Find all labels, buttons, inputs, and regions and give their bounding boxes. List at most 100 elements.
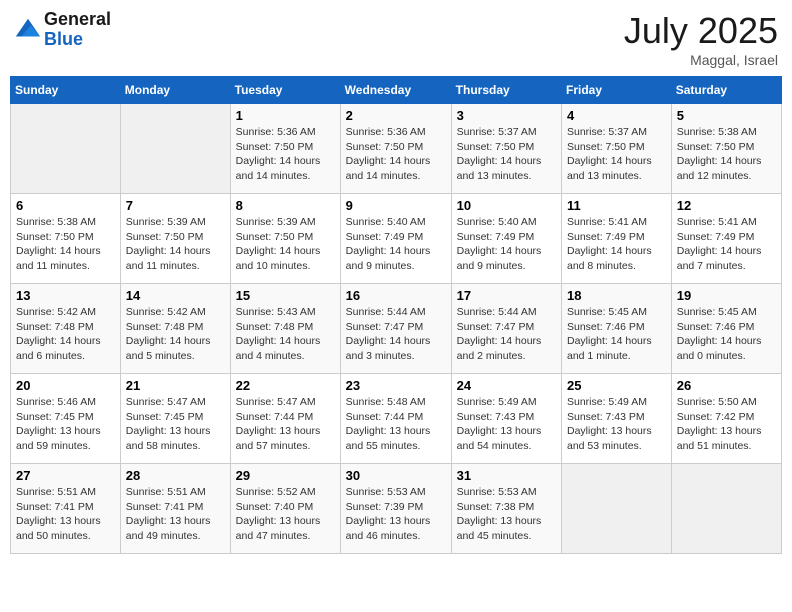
calendar-cell: 10Sunrise: 5:40 AM Sunset: 7:49 PM Dayli… <box>451 194 561 284</box>
day-number: 29 <box>236 468 335 483</box>
day-info: Sunrise: 5:50 AM Sunset: 7:42 PM Dayligh… <box>677 395 776 454</box>
calendar-cell <box>671 464 781 554</box>
calendar-cell <box>562 464 672 554</box>
day-info: Sunrise: 5:53 AM Sunset: 7:39 PM Dayligh… <box>346 485 446 544</box>
calendar-cell: 31 Sunrise: 5:53 AM Sunset: 7:38 PM Dayli… <box>451 464 561 554</box>
weekday-header: Friday <box>562 77 672 104</box>
calendar-cell: 15 Sunrise: 5:43 AM Sunset: 7:48 PM Dayli… <box>230 284 340 374</box>
location: Maggal, Israel <box>624 52 778 68</box>
day-info: Sunrise: 5:36 AM Sunset: 7:50 PM Dayligh… <box>236 125 335 184</box>
day-info: Sunrise: 5:45 AM Sunset: 7:46 PM Dayligh… <box>567 305 666 364</box>
day-info: Sunrise: 5:38 AM Sunset: 7:50 PM Dayligh… <box>16 215 115 274</box>
day-info: Sunrise: 5:38 AM Sunset: 7:50 PM Dayligh… <box>677 125 776 184</box>
calendar-cell: 25Sunrise: 5:49 AM Sunset: 7:43 PM Dayli… <box>562 374 672 464</box>
day-info: Sunrise: 5:46 AM Sunset: 7:45 PM Dayligh… <box>16 395 115 454</box>
day-info: Sunrise: 5:42 AM Sunset: 7:48 PM Dayligh… <box>126 305 225 364</box>
day-number: 9 <box>346 198 446 213</box>
weekday-header: Monday <box>120 77 230 104</box>
calendar-cell: 6 Sunrise: 5:38 AM Sunset: 7:50 PM Daylig… <box>11 194 121 284</box>
calendar-cell: 26 Sunrise: 5:50 AM Sunset: 7:42 PM Dayli… <box>671 374 781 464</box>
calendar-cell: 28 Sunrise: 5:51 AM Sunset: 7:41 PM Dayli… <box>120 464 230 554</box>
day-info: Sunrise: 5:52 AM Sunset: 7:40 PM Dayligh… <box>236 485 335 544</box>
day-number: 19 <box>677 288 776 303</box>
title-section: July 2025 Maggal, Israel <box>624 10 778 68</box>
calendar-cell <box>11 104 121 194</box>
weekday-header: Thursday <box>451 77 561 104</box>
day-number: 28 <box>126 468 225 483</box>
day-number: 21 <box>126 378 225 393</box>
day-info: Sunrise: 5:51 AM Sunset: 7:41 PM Dayligh… <box>16 485 115 544</box>
weekday-header: Sunday <box>11 77 121 104</box>
day-info: Sunrise: 5:48 AM Sunset: 7:44 PM Dayligh… <box>346 395 446 454</box>
day-number: 26 <box>677 378 776 393</box>
calendar-cell: 19 Sunrise: 5:45 AM Sunset: 7:46 PM Dayli… <box>671 284 781 374</box>
calendar-cell: 16 Sunrise: 5:44 AM Sunset: 7:47 PM Dayli… <box>340 284 451 374</box>
day-number: 7 <box>126 198 225 213</box>
weekday-header: Saturday <box>671 77 781 104</box>
day-number: 30 <box>346 468 446 483</box>
calendar-cell: 5 Sunrise: 5:38 AM Sunset: 7:50 PM Daylig… <box>671 104 781 194</box>
day-number: 2 <box>346 108 446 123</box>
calendar-cell: 3 Sunrise: 5:37 AM Sunset: 7:50 PM Daylig… <box>451 104 561 194</box>
calendar-week-row: 6 Sunrise: 5:38 AM Sunset: 7:50 PM Daylig… <box>11 194 782 284</box>
day-info: Sunrise: 5:41 AM Sunset: 7:49 PM Dayligh… <box>567 215 666 274</box>
day-info: Sunrise: 5:37 AM Sunset: 7:50 PM Dayligh… <box>567 125 666 184</box>
calendar-cell: 1 Sunrise: 5:36 AM Sunset: 7:50 PM Daylig… <box>230 104 340 194</box>
day-number: 6 <box>16 198 115 213</box>
day-info: Sunrise: 5:44 AM Sunset: 7:47 PM Dayligh… <box>457 305 556 364</box>
day-number: 18 <box>567 288 666 303</box>
day-info: Sunrise: 5:53 AM Sunset: 7:38 PM Dayligh… <box>457 485 556 544</box>
calendar-cell <box>120 104 230 194</box>
calendar-cell: 13Sunrise: 5:42 AM Sunset: 7:48 PM Dayli… <box>11 284 121 374</box>
day-info: Sunrise: 5:47 AM Sunset: 7:44 PM Dayligh… <box>236 395 335 454</box>
weekday-header-row: SundayMondayTuesdayWednesdayThursdayFrid… <box>11 77 782 104</box>
calendar-cell: 22 Sunrise: 5:47 AM Sunset: 7:44 PM Dayli… <box>230 374 340 464</box>
day-number: 15 <box>236 288 335 303</box>
day-number: 16 <box>346 288 446 303</box>
calendar-cell: 11 Sunrise: 5:41 AM Sunset: 7:49 PM Dayli… <box>562 194 672 284</box>
weekday-header: Wednesday <box>340 77 451 104</box>
calendar-cell: 12 Sunrise: 5:41 AM Sunset: 7:49 PM Dayli… <box>671 194 781 284</box>
day-number: 24 <box>457 378 556 393</box>
day-number: 14 <box>126 288 225 303</box>
calendar-cell: 24 Sunrise: 5:49 AM Sunset: 7:43 PM Dayli… <box>451 374 561 464</box>
day-number: 23 <box>346 378 446 393</box>
calendar-cell: 2 Sunrise: 5:36 AM Sunset: 7:50 PM Daylig… <box>340 104 451 194</box>
day-number: 27 <box>16 468 115 483</box>
day-info: Sunrise: 5:41 AM Sunset: 7:49 PM Dayligh… <box>677 215 776 274</box>
day-number: 5 <box>677 108 776 123</box>
day-info: Sunrise: 5:49 AM Sunset: 7:43 PM Dayligh… <box>457 395 556 454</box>
day-info: Sunrise: 5:49 AM Sunset: 7:43 PM Dayligh… <box>567 395 666 454</box>
calendar-week-row: 13 Sunrise: 5:42 AM Sunset: 7:48 PM Dayli… <box>11 284 782 374</box>
day-info: Sunrise: 5:39 AM Sunset: 7:50 PM Dayligh… <box>126 215 225 274</box>
day-info: Sunrise: 5:45 AM Sunset: 7:46 PM Dayligh… <box>677 305 776 364</box>
calendar-week-row: 27 Sunrise: 5:51 AM Sunset: 7:41 PM Dayli… <box>11 464 782 554</box>
calendar-cell: 4Sunrise: 5:37 AM Sunset: 7:50 PM Daylig… <box>562 104 672 194</box>
day-info: Sunrise: 5:51 AM Sunset: 7:41 PM Dayligh… <box>126 485 225 544</box>
day-info: Sunrise: 5:36 AM Sunset: 7:50 PM Dayligh… <box>346 125 446 184</box>
calendar-week-row: 20 Sunrise: 5:46 AM Sunset: 7:45 PM Dayli… <box>11 374 782 464</box>
day-info: Sunrise: 5:44 AM Sunset: 7:47 PM Dayligh… <box>346 305 446 364</box>
day-info: Sunrise: 5:37 AM Sunset: 7:50 PM Dayligh… <box>457 125 556 184</box>
calendar-cell: 7 Sunrise: 5:39 AM Sunset: 7:50 PM Daylig… <box>120 194 230 284</box>
calendar-cell: 14 Sunrise: 5:42 AM Sunset: 7:48 PM Dayli… <box>120 284 230 374</box>
calendar-cell: 30 Sunrise: 5:53 AM Sunset: 7:39 PM Dayli… <box>340 464 451 554</box>
day-number: 1 <box>236 108 335 123</box>
calendar-cell: 20 Sunrise: 5:46 AM Sunset: 7:45 PM Dayli… <box>11 374 121 464</box>
day-info: Sunrise: 5:43 AM Sunset: 7:48 PM Dayligh… <box>236 305 335 364</box>
day-number: 11 <box>567 198 666 213</box>
calendar-cell: 18 Sunrise: 5:45 AM Sunset: 7:46 PM Dayli… <box>562 284 672 374</box>
day-info: Sunrise: 5:47 AM Sunset: 7:45 PM Dayligh… <box>126 395 225 454</box>
day-number: 12 <box>677 198 776 213</box>
weekday-header: Tuesday <box>230 77 340 104</box>
calendar-cell: 29 Sunrise: 5:52 AM Sunset: 7:40 PM Dayli… <box>230 464 340 554</box>
calendar-cell: 27 Sunrise: 5:51 AM Sunset: 7:41 PM Dayli… <box>11 464 121 554</box>
day-number: 22 <box>236 378 335 393</box>
day-number: 13 <box>16 288 115 303</box>
day-number: 3 <box>457 108 556 123</box>
logo: GeneralBlue <box>14 10 111 50</box>
day-number: 31 <box>457 468 556 483</box>
day-number: 10 <box>457 198 556 213</box>
day-number: 20 <box>16 378 115 393</box>
calendar-cell: 23 Sunrise: 5:48 AM Sunset: 7:44 PM Dayli… <box>340 374 451 464</box>
